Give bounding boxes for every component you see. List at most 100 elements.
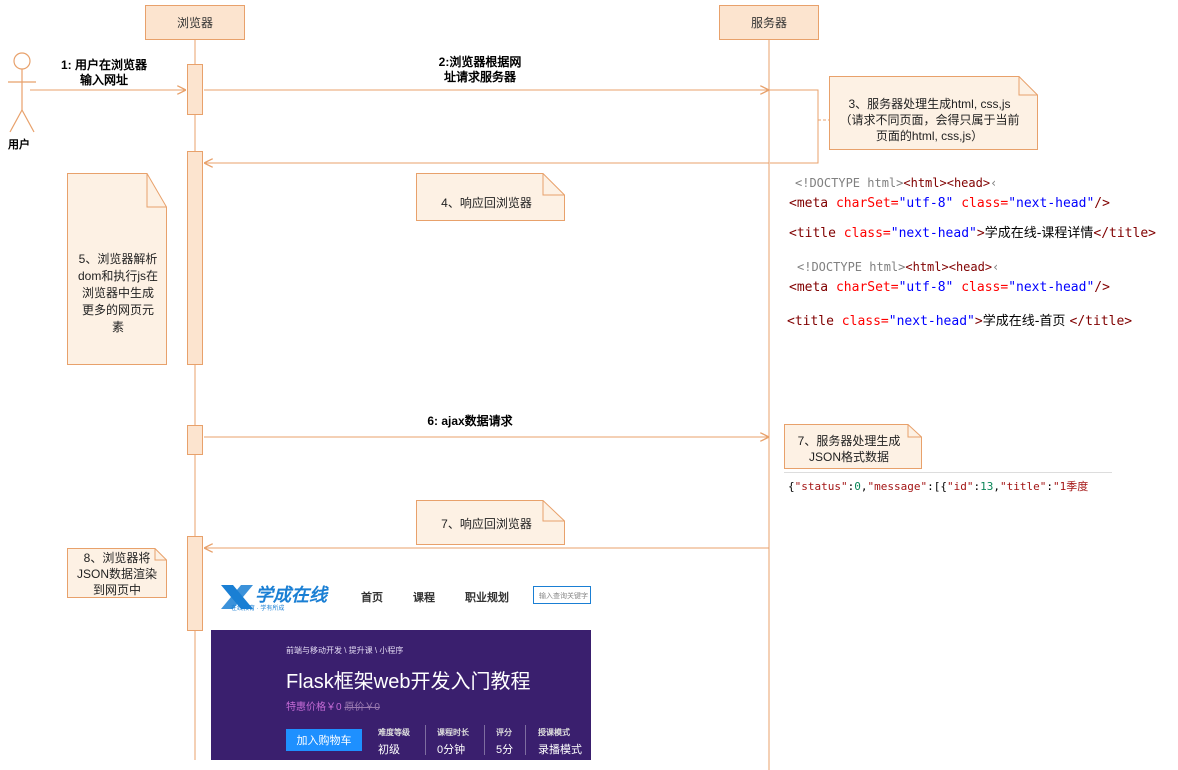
special-price: 特惠价格￥0	[286, 702, 342, 713]
stat-label: 难度等级	[378, 728, 410, 737]
message-6-label: 6: ajax数据请求	[427, 414, 513, 428]
note-line: JSON格式数据	[808, 450, 889, 464]
code-charset-val: "utf-8"	[898, 196, 954, 211]
message-1-label: 1: 用户在浏览器 输入网址	[44, 58, 164, 88]
note-4-response: 4、响应回浏览器	[416, 173, 565, 221]
note-line: 7、服务器处理生成	[797, 434, 901, 448]
note-line: 更多的网页元	[81, 303, 154, 317]
note-line: 5、浏览器解析	[78, 252, 158, 266]
code-bracket: >	[974, 314, 983, 329]
code-line-title: <title class="next-head">学成在线-课程详情</titl…	[789, 222, 1156, 241]
server-process-arrow	[769, 89, 819, 164]
user-actor-icon	[8, 52, 36, 133]
activation-bar	[187, 425, 203, 455]
add-to-cart-button[interactable]: 加入购物车	[286, 729, 362, 751]
code-bracket: >	[976, 226, 985, 241]
code-doctype: <!DOCTYPE html>	[795, 176, 904, 190]
json-token: "status"	[794, 480, 848, 493]
stat-value: 初级	[378, 744, 400, 756]
server-label: 服务器	[750, 16, 787, 30]
message-2-label: 2:浏览器根据网 址请求服务器	[410, 55, 550, 85]
code-charset-attr: charSet=	[835, 280, 899, 295]
code-title-open: <title	[787, 314, 842, 329]
stat-divider	[484, 725, 485, 755]
json-token: 0	[854, 480, 861, 493]
code-meta-open: <meta	[789, 196, 836, 211]
code-line-title: <title class="next-head">学成在线-首页 </title…	[787, 310, 1132, 329]
code-line-meta: <meta charSet="utf-8" class="next-head"/…	[789, 196, 1110, 211]
site-logo-tagline: 在线教育 · 学有所成	[231, 606, 285, 612]
nav-career-link[interactable]: 职业规划	[465, 589, 509, 605]
code-meta-close: />	[1094, 196, 1110, 211]
actor-label: 用户	[8, 139, 30, 151]
stat-label: 授课模式	[538, 728, 570, 737]
code-class-attr: class=	[953, 196, 1009, 211]
code-ellipsis: ‹	[990, 176, 998, 190]
stat-label: 评分	[496, 728, 512, 737]
json-token: "1季度	[1052, 480, 1089, 493]
code-title-text: 学成在线-首页	[982, 314, 1070, 329]
course-title: Flask框架web开发入门教程	[286, 671, 531, 693]
note-line: 到网页中	[92, 583, 141, 597]
browser-lifeline-header: 浏览器	[145, 5, 245, 40]
browser-label: 浏览器	[176, 16, 213, 30]
json-token: :[{	[927, 480, 947, 493]
note-8-render-json: 8、浏览器将 JSON数据渲染 到网页中	[67, 548, 167, 598]
stat-divider	[425, 725, 426, 755]
json-snippet: {"status":0,"message":[{"id":13,"title":…	[788, 478, 1088, 494]
message-1-line: 输入网址	[79, 73, 128, 87]
code-line-meta: <meta charSet="utf-8" class="next-head"/…	[789, 280, 1110, 295]
site-header: 学成在线 在线教育 · 学有所成 首页 课程 职业规划 输入查询关键字	[211, 578, 591, 616]
code-title-open: <title	[789, 226, 844, 241]
original-price: 原价￥0	[344, 702, 380, 713]
stat-value: 录播模式	[538, 744, 582, 756]
code-class-attr: class=	[843, 226, 891, 241]
code-class-val: "next-head"	[890, 226, 977, 241]
message-2-line: 2:浏览器根据网	[438, 55, 522, 69]
site-search-input[interactable]: 输入查询关键字	[533, 586, 591, 604]
json-token: {	[788, 480, 795, 493]
activation-bar	[187, 64, 203, 115]
code-title-text: 学成在线-课程详情	[984, 226, 1094, 241]
server-lifeline-header: 服务器	[719, 5, 819, 40]
note-line: （请求不同页面，会得只属于当前	[839, 113, 1020, 127]
code-head-tag: <head>	[948, 260, 993, 274]
course-banner: 前端与移动开发 \ 提升课 \ 小程序 Flask框架web开发入门教程 特惠价…	[211, 630, 591, 760]
code-title-end: </title>	[1069, 314, 1133, 329]
code-class-attr: class=	[953, 280, 1009, 295]
message-2-line: 址请求服务器	[443, 70, 516, 84]
code-line-doctype: <!DOCTYPE html><html><head>‹	[795, 176, 997, 190]
note-line: 素	[111, 320, 124, 334]
stat-value: 0分钟	[437, 744, 466, 756]
code-class-val: "next-head"	[888, 314, 975, 329]
nav-courses-link[interactable]: 课程	[413, 589, 435, 605]
note-line: 4、响应回浏览器	[441, 196, 532, 210]
note-line: JSON数据渲染	[76, 567, 157, 581]
note-line: 3、服务器处理生成html, css,js	[848, 97, 1011, 111]
breadcrumb[interactable]: 前端与移动开发 \ 提升课 \ 小程序	[286, 645, 403, 656]
code-meta-open: <meta	[789, 280, 836, 295]
note-7-server-json: 7、服务器处理生成 JSON格式数据	[784, 424, 922, 469]
json-token: 13	[980, 480, 994, 493]
code-html-tag: <html>	[903, 176, 947, 190]
note-line: dom和执行js在	[77, 269, 158, 283]
note-line: 页面的html, css,js）	[875, 129, 984, 143]
note-5-browser-parse: 5、浏览器解析 dom和执行js在 浏览器中生成 更多的网页元 素	[67, 173, 167, 365]
code-html-tag: <html>	[905, 260, 949, 274]
note-7-response: 7、响应回浏览器	[416, 500, 565, 545]
json-token: "id"	[946, 480, 974, 493]
activation-bar	[187, 151, 203, 365]
price-line: 特惠价格￥0 原价￥0	[286, 698, 380, 713]
nav-home-link[interactable]: 首页	[361, 589, 383, 605]
code-doctype: <!DOCTYPE html>	[797, 260, 906, 274]
code-class-val: "next-head"	[1008, 280, 1095, 295]
code-meta-close: />	[1094, 280, 1110, 295]
code-charset-attr: charSet=	[835, 196, 899, 211]
code-class-val: "next-head"	[1008, 196, 1095, 211]
code-class-attr: class=	[841, 314, 889, 329]
json-token: :	[1046, 480, 1053, 493]
code-head-tag: <head>	[946, 176, 991, 190]
note-line: 8、浏览器将	[83, 551, 151, 565]
json-token: "title"	[999, 480, 1047, 493]
code-line-doctype: <!DOCTYPE html><html><head>‹	[797, 260, 999, 274]
